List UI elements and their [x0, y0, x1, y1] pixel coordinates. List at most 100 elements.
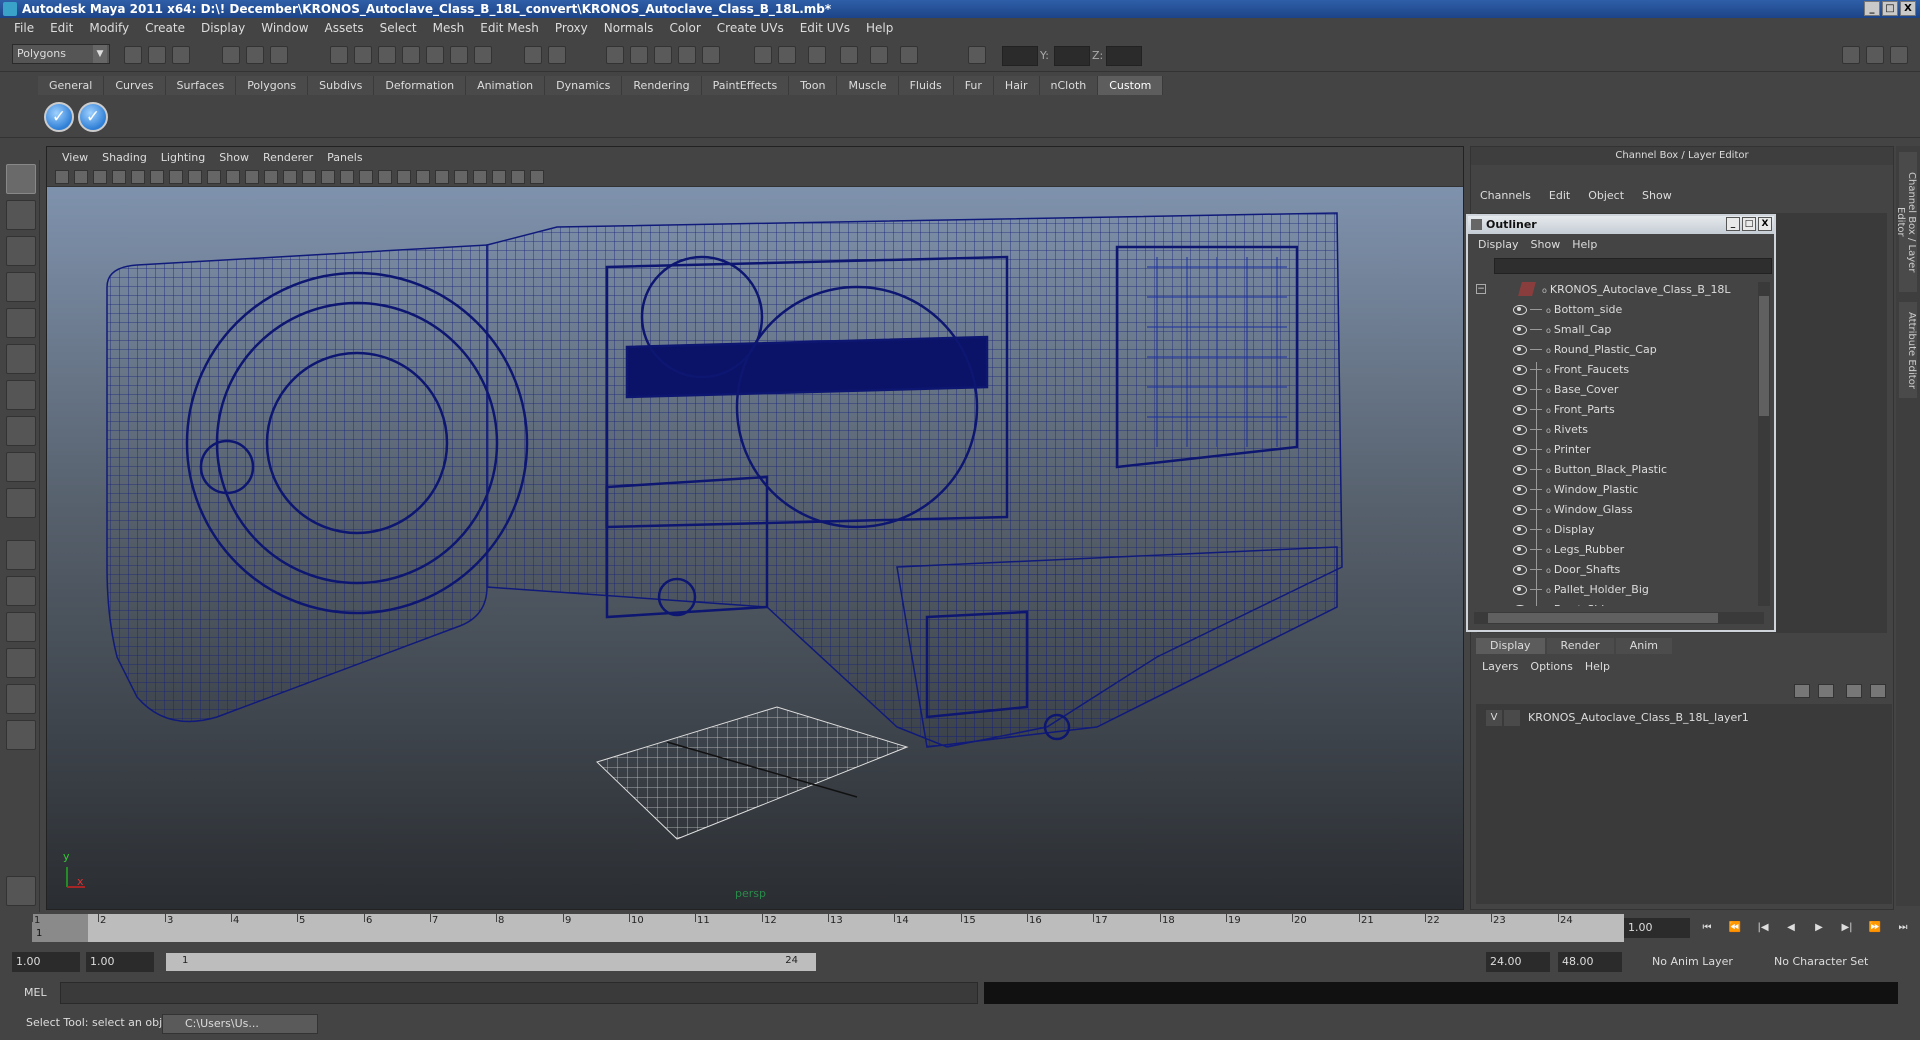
- outliner-title-bar[interactable]: Outliner _ □ X: [1468, 216, 1774, 234]
- render-current-icon[interactable]: [606, 46, 624, 64]
- viewport-tool-icon[interactable]: [473, 170, 487, 184]
- outliner-minimize-button[interactable]: _: [1726, 217, 1740, 231]
- shelf-tab-fur[interactable]: Fur: [953, 76, 994, 95]
- viewport-tool-icon[interactable]: [340, 170, 354, 184]
- shelf-tab-deformation[interactable]: Deformation: [374, 76, 467, 95]
- viewport-tool-icon[interactable]: [302, 170, 316, 184]
- layer-menu-layers[interactable]: Layers: [1476, 660, 1524, 673]
- menu-edit-uvs[interactable]: Edit UVs: [792, 21, 858, 35]
- persp-outliner-layout-icon[interactable]: [6, 612, 36, 642]
- menu-select[interactable]: Select: [372, 21, 425, 35]
- viewport-tool-icon[interactable]: [378, 170, 392, 184]
- snap-grid-icon[interactable]: [330, 46, 348, 64]
- outliner-filter-field[interactable]: [1494, 258, 1772, 274]
- step-back-key-icon[interactable]: |◀: [1756, 921, 1770, 935]
- current-frame-marker[interactable]: 1: [32, 914, 88, 942]
- shelf-tab-general[interactable]: General: [38, 76, 105, 95]
- construction-history-icon[interactable]: [524, 46, 542, 64]
- shelf-tab-hair[interactable]: Hair: [993, 76, 1040, 95]
- y-field[interactable]: [1054, 46, 1090, 66]
- input-mode-icon[interactable]: [778, 46, 796, 64]
- shelf-check-button-1[interactable]: ✓: [44, 102, 74, 132]
- layer-tab-render[interactable]: Render: [1546, 638, 1614, 654]
- rotate-tool-icon[interactable]: [6, 308, 36, 338]
- select-component-icon[interactable]: [270, 46, 288, 64]
- vp-menu-shading[interactable]: Shading: [95, 151, 154, 164]
- viewport-tool-icon[interactable]: [454, 170, 468, 184]
- shelf-tab-surfaces[interactable]: Surfaces: [165, 76, 237, 95]
- shelf-tab-subdivs[interactable]: Subdivs: [308, 76, 375, 95]
- range-bar[interactable]: 1 24: [166, 953, 816, 971]
- snap-point-icon[interactable]: [378, 46, 396, 64]
- open-scene-icon[interactable]: [148, 46, 166, 64]
- viewport-tool-icon[interactable]: [226, 170, 240, 184]
- outliner-item[interactable]: Front_Faucets: [1468, 360, 1758, 380]
- render-settings-icon[interactable]: [654, 46, 672, 64]
- menu-create[interactable]: Create: [137, 21, 193, 35]
- layer-visibility-toggle[interactable]: V: [1486, 710, 1502, 726]
- x-field[interactable]: [1002, 46, 1038, 66]
- viewport-tool-icon[interactable]: [530, 170, 544, 184]
- menu-window[interactable]: Window: [253, 21, 316, 35]
- command-language-label[interactable]: MEL: [24, 986, 47, 999]
- move-tool-icon[interactable]: [6, 272, 36, 302]
- shelf-tab-curves[interactable]: Curves: [104, 76, 166, 95]
- show-manipulator-icon[interactable]: [6, 452, 36, 482]
- animation-start-field[interactable]: 1.00: [12, 952, 80, 972]
- viewport-tool-icon[interactable]: [245, 170, 259, 184]
- ipr-render-icon[interactable]: [630, 46, 648, 64]
- layer-playback-toggle[interactable]: [1504, 710, 1520, 726]
- help-icon[interactable]: [474, 46, 492, 64]
- outliner-item[interactable]: Window_Plastic: [1468, 480, 1758, 500]
- cb-menu-object[interactable]: Object: [1579, 189, 1633, 202]
- menu-proxy[interactable]: Proxy: [547, 21, 596, 35]
- shelf-tab-fluids[interactable]: Fluids: [898, 76, 954, 95]
- animation-end-field[interactable]: 48.00: [1558, 952, 1622, 972]
- shelf-check-button-2[interactable]: ✓: [78, 102, 108, 132]
- channel-box-toggle-icon[interactable]: [1890, 46, 1908, 64]
- viewport-tool-icon[interactable]: [511, 170, 525, 184]
- viewport-tool-icon[interactable]: [283, 170, 297, 184]
- viewport-tool-icon[interactable]: [112, 170, 126, 184]
- single-perspective-layout-icon[interactable]: [6, 540, 36, 570]
- paint-select-tool-icon[interactable]: [6, 236, 36, 266]
- show-hide-3-icon[interactable]: [870, 46, 888, 64]
- command-input[interactable]: [60, 982, 978, 1004]
- outliner-maximize-button[interactable]: □: [1742, 217, 1756, 231]
- viewport-tool-icon[interactable]: [74, 170, 88, 184]
- show-hide-1-icon[interactable]: [808, 46, 826, 64]
- playback-start-field[interactable]: 1.00: [86, 952, 154, 972]
- outliner-item[interactable]: Display: [1468, 520, 1758, 540]
- outliner-vertical-scrollbar[interactable]: [1758, 282, 1770, 606]
- shelf-tab-polygons[interactable]: Polygons: [236, 76, 309, 95]
- outliner-horizontal-scrollbar[interactable]: [1474, 612, 1764, 624]
- viewport-tool-icon[interactable]: [169, 170, 183, 184]
- viewport-tool-icon[interactable]: [264, 170, 278, 184]
- shelf-tab-muscle[interactable]: Muscle: [837, 76, 899, 95]
- character-set-dropdown[interactable]: No Character Set: [1768, 952, 1888, 972]
- viewport-tool-icon[interactable]: [188, 170, 202, 184]
- shelf-tab-animation[interactable]: Animation: [466, 76, 546, 95]
- render-view-icon[interactable]: [702, 46, 720, 64]
- viewport-tool-icon[interactable]: [131, 170, 145, 184]
- new-scene-icon[interactable]: [124, 46, 142, 64]
- universal-manipulator-icon[interactable]: [6, 380, 36, 410]
- collapse-icon[interactable]: −: [1476, 284, 1486, 294]
- snap-curve-icon[interactable]: [354, 46, 372, 64]
- attribute-editor-toggle-icon[interactable]: [1842, 46, 1860, 64]
- outliner-item[interactable]: Front_Parts: [1468, 400, 1758, 420]
- shelf-tab-ncloth[interactable]: nCloth: [1039, 76, 1099, 95]
- time-slider-track[interactable]: 1 1 2 3 4 5 6 7 8 9 10 11 12 13 14 15 16 17 18 19 20 21 22 23 2…: [32, 914, 1624, 942]
- minimized-window-button[interactable]: C:\Users\Us...: [162, 1014, 318, 1034]
- move-layer-up-icon[interactable]: [1846, 684, 1862, 698]
- outliner-item[interactable]: Printer: [1468, 440, 1758, 460]
- play-backwards-icon[interactable]: ◀: [1784, 921, 1798, 935]
- viewport-tool-icon[interactable]: [492, 170, 506, 184]
- outliner-item[interactable]: Button_Black_Plastic: [1468, 460, 1758, 480]
- outliner-close-button[interactable]: X: [1758, 217, 1772, 231]
- maximize-button[interactable]: □: [1882, 1, 1898, 16]
- outliner-item[interactable]: Round_Plastic_Cap: [1468, 340, 1758, 360]
- layer-tab-display[interactable]: Display: [1476, 638, 1545, 654]
- step-back-icon[interactable]: ⏪: [1728, 921, 1742, 935]
- four-view-layout-icon[interactable]: [6, 576, 36, 606]
